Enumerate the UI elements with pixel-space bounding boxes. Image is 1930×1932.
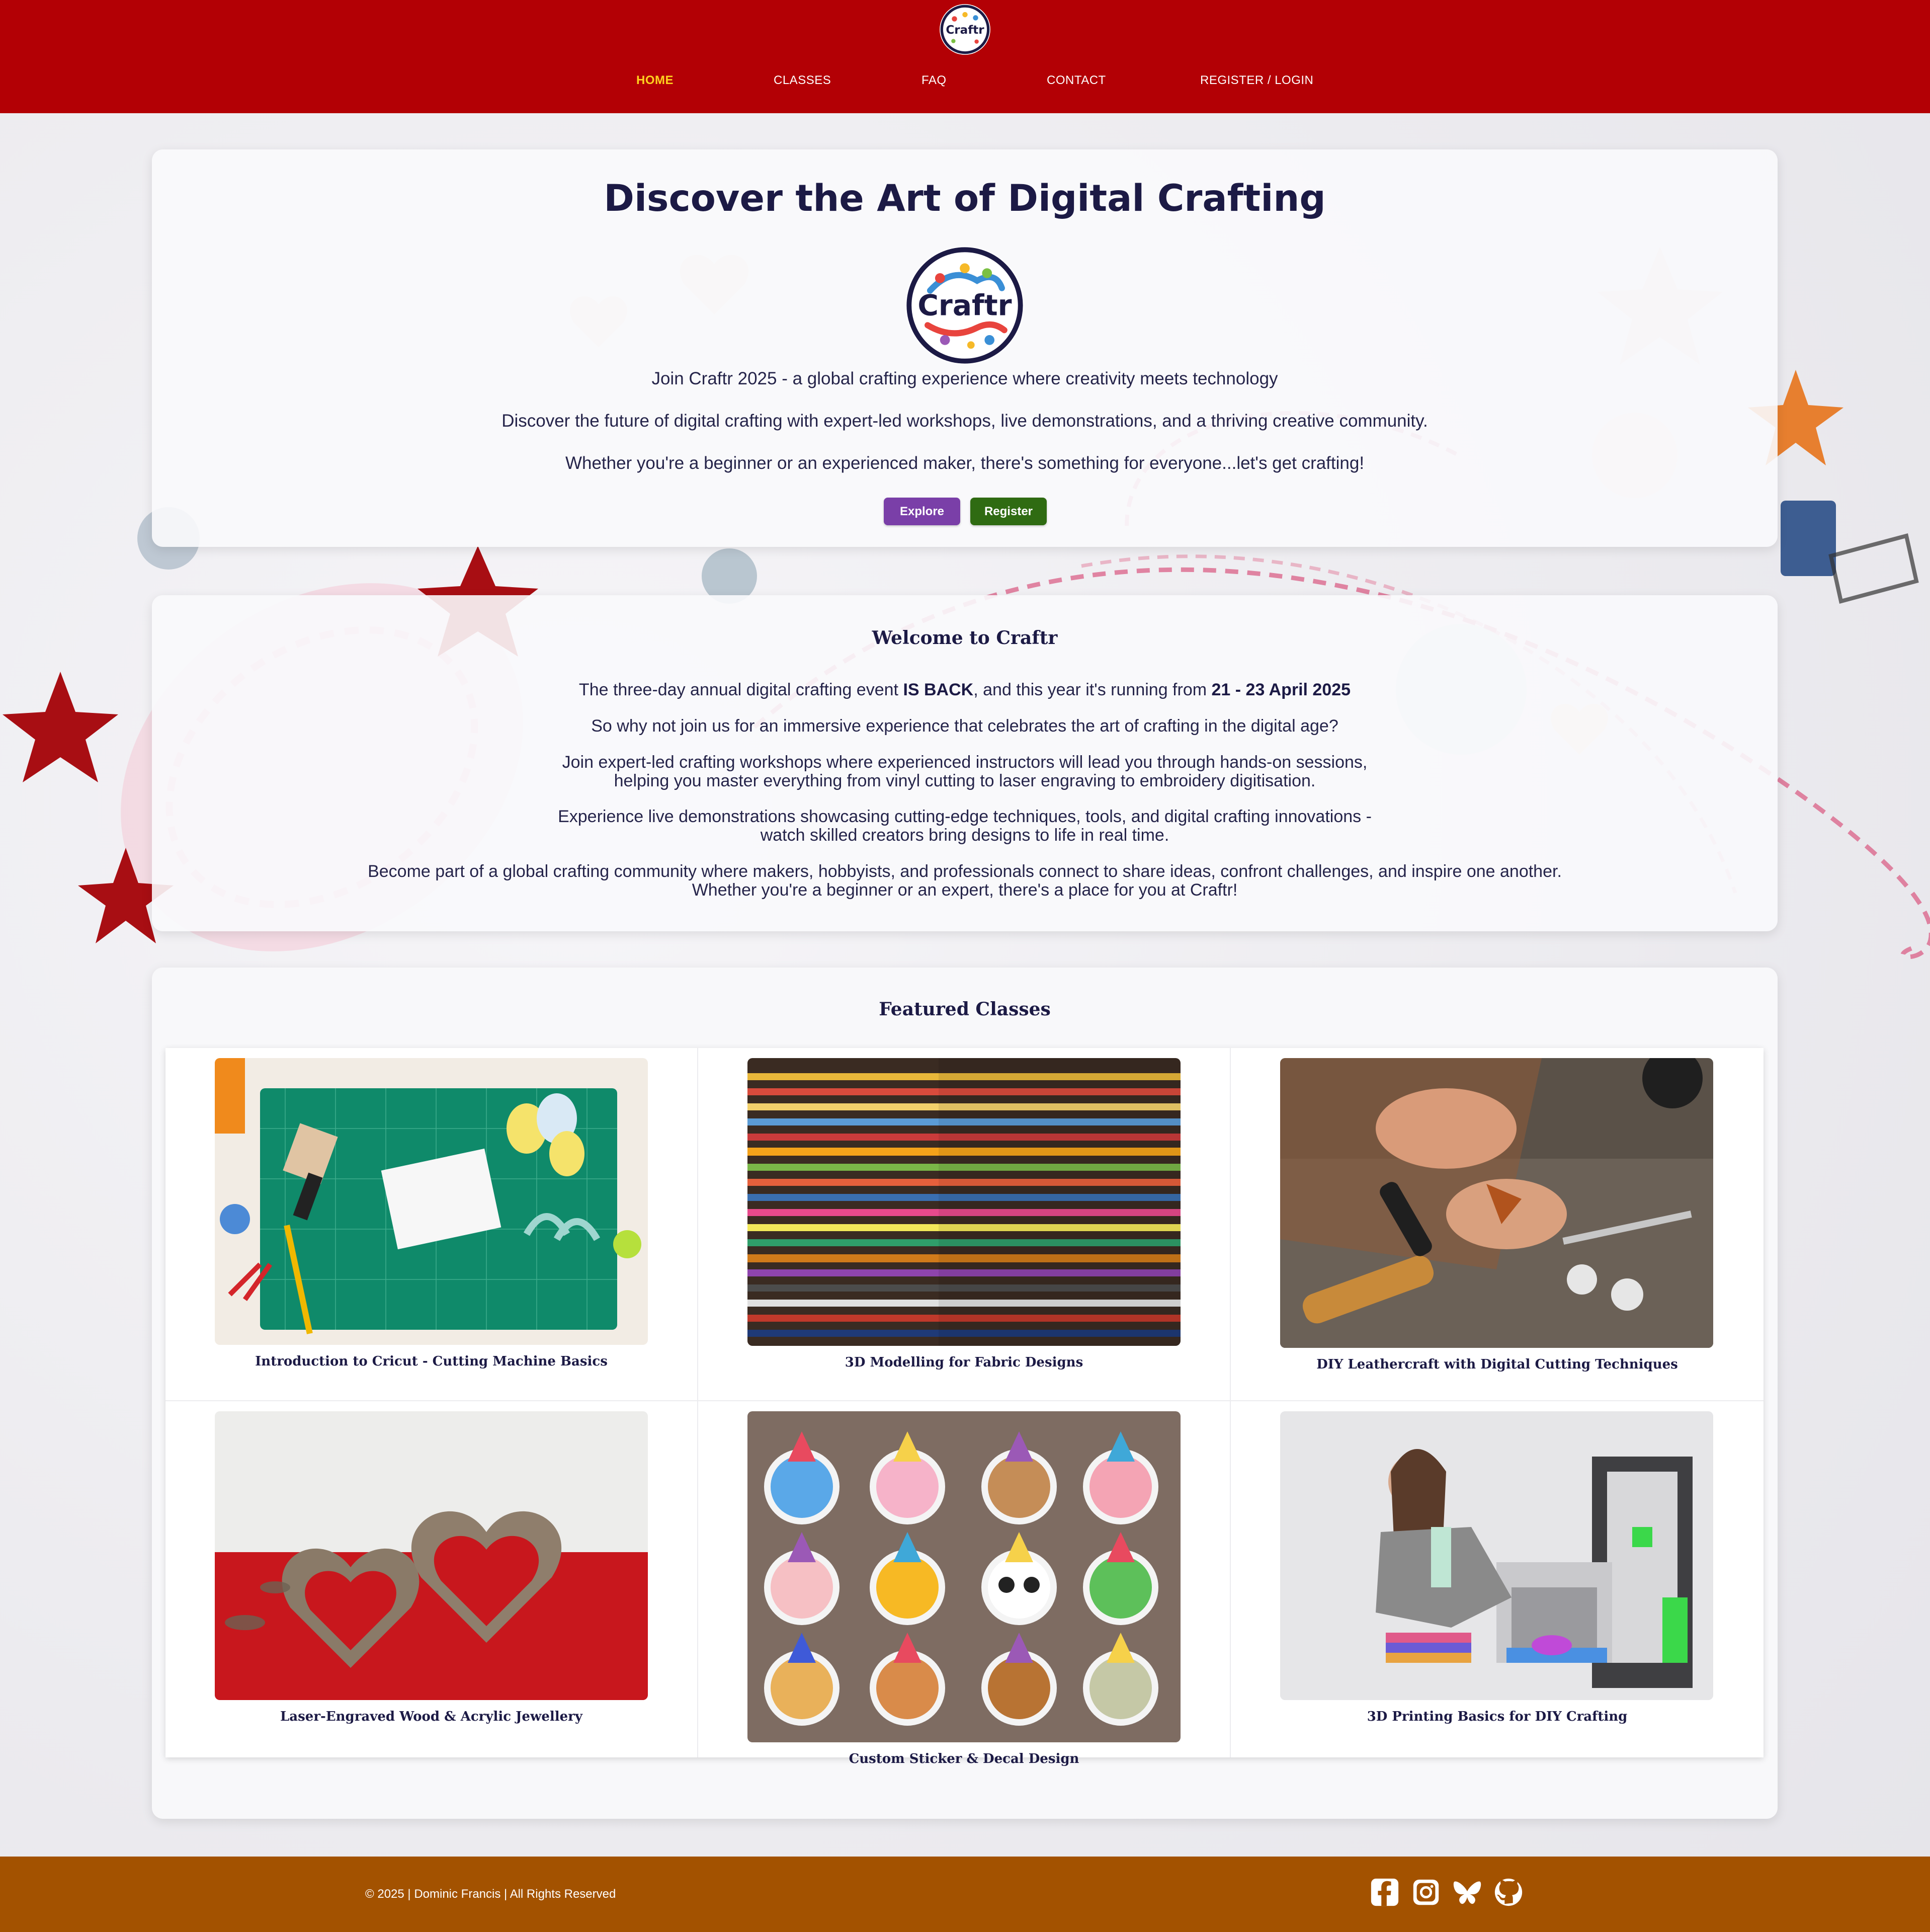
class-title: Introduction to Cricut - Cutting Machine… (255, 1354, 608, 1369)
class-title: 3D Modelling for Fabric Designs (845, 1355, 1083, 1370)
welcome-community-2: Whether you're a beginner or an expert, … (692, 880, 1238, 900)
welcome-intro: The three-day annual digital crafting ev… (578, 680, 1351, 699)
3d-printer-photo (1280, 1411, 1713, 1700)
nav-classes[interactable]: CLASSES (774, 73, 831, 88)
welcome-demos-1: Experience live demonstrations showcasin… (558, 807, 1372, 826)
craftr-logo[interactable]: Craftr (939, 3, 991, 56)
event-dates: 21 - 23 April 2025 (1211, 680, 1351, 699)
github-icon[interactable] (1493, 1877, 1524, 1908)
welcome-workshops-1: Join expert-led crafting workshops where… (562, 753, 1368, 772)
class-card-stickers[interactable]: Custom Sticker & Decal Design (698, 1401, 1231, 1766)
hero-tagline: Join Craftr 2025 - a global crafting exp… (651, 369, 1278, 388)
class-card-3d-printing[interactable]: 3D Printing Basics for DIY Crafting (1231, 1401, 1764, 1757)
class-title: 3D Printing Basics for DIY Crafting (1367, 1709, 1628, 1724)
welcome-invite: So why not join us for an immersive expe… (591, 716, 1338, 736)
hero-title: Discover the Art of Digital Crafting (604, 177, 1326, 220)
craftr-logo-large: Craftr (905, 246, 1025, 365)
explore-button[interactable]: Explore (884, 498, 960, 525)
welcome-demos-2: watch skilled creators bring designs to … (760, 826, 1169, 845)
welcome-title: Welcome to Craftr (872, 627, 1058, 649)
cutting-mat-photo (215, 1058, 648, 1345)
class-title: DIY Leathercraft with Digital Cutting Te… (1316, 1357, 1678, 1372)
instagram-icon[interactable] (1410, 1877, 1442, 1908)
nav-register-login[interactable]: REGISTER / LOGIN (1200, 73, 1313, 88)
hero-panel: Discover the Art of Digital Crafting Cra… (152, 149, 1778, 547)
welcome-workshops-2: helping you master everything from vinyl… (614, 771, 1316, 790)
class-grid: Introduction to Cricut - Cutting Machine… (165, 1048, 1764, 1766)
svg-text:Craftr: Craftr (917, 289, 1012, 323)
facebook-icon[interactable] (1369, 1877, 1400, 1908)
class-card-leathercraft[interactable]: DIY Leathercraft with Digital Cutting Te… (1231, 1048, 1764, 1401)
fabric-shelves-photo (747, 1058, 1181, 1346)
leathercraft-photo (1280, 1058, 1713, 1348)
nav-contact[interactable]: CONTACT (1047, 73, 1106, 88)
class-card-3d-fabric[interactable]: 3D Modelling for Fabric Designs (698, 1048, 1231, 1401)
welcome-panel: Welcome to Craftr The three-day annual d… (152, 595, 1778, 931)
hero-description: Discover the future of digital crafting … (501, 411, 1428, 431)
animal-stickers-photo (747, 1411, 1181, 1742)
register-button[interactable]: Register (970, 498, 1047, 525)
bluesky-icon[interactable] (1452, 1877, 1483, 1908)
nav-faq[interactable]: FAQ (921, 73, 947, 88)
site-header: Craftr HOME CLASSES FAQ CONTACT REGISTER… (0, 0, 1930, 113)
featured-classes-panel: Featured Classes Introduction to Cricut … (152, 968, 1778, 1819)
hero-invitation: Whether you're a beginner or an experien… (565, 453, 1365, 473)
class-title: Custom Sticker & Decal Design (849, 1751, 1079, 1766)
svg-text:Craftr: Craftr (946, 24, 984, 37)
site-footer: © 2025 | Dominic Francis | All Rights Re… (0, 1857, 1930, 1932)
is-back-highlight: IS BACK (903, 680, 974, 699)
copyright-text: © 2025 | Dominic Francis | All Rights Re… (365, 1887, 616, 1901)
class-card-cricut[interactable]: Introduction to Cricut - Cutting Machine… (165, 1048, 698, 1401)
nav-home[interactable]: HOME (636, 73, 674, 88)
featured-title: Featured Classes (879, 999, 1051, 1020)
welcome-community-1: Become part of a global crafting communi… (368, 862, 1562, 881)
class-title: Laser-Engraved Wood & Acrylic Jewellery (280, 1709, 582, 1724)
wooden-hearts-photo (215, 1411, 648, 1700)
class-card-laser-jewellery[interactable]: Laser-Engraved Wood & Acrylic Jewellery (165, 1401, 698, 1757)
